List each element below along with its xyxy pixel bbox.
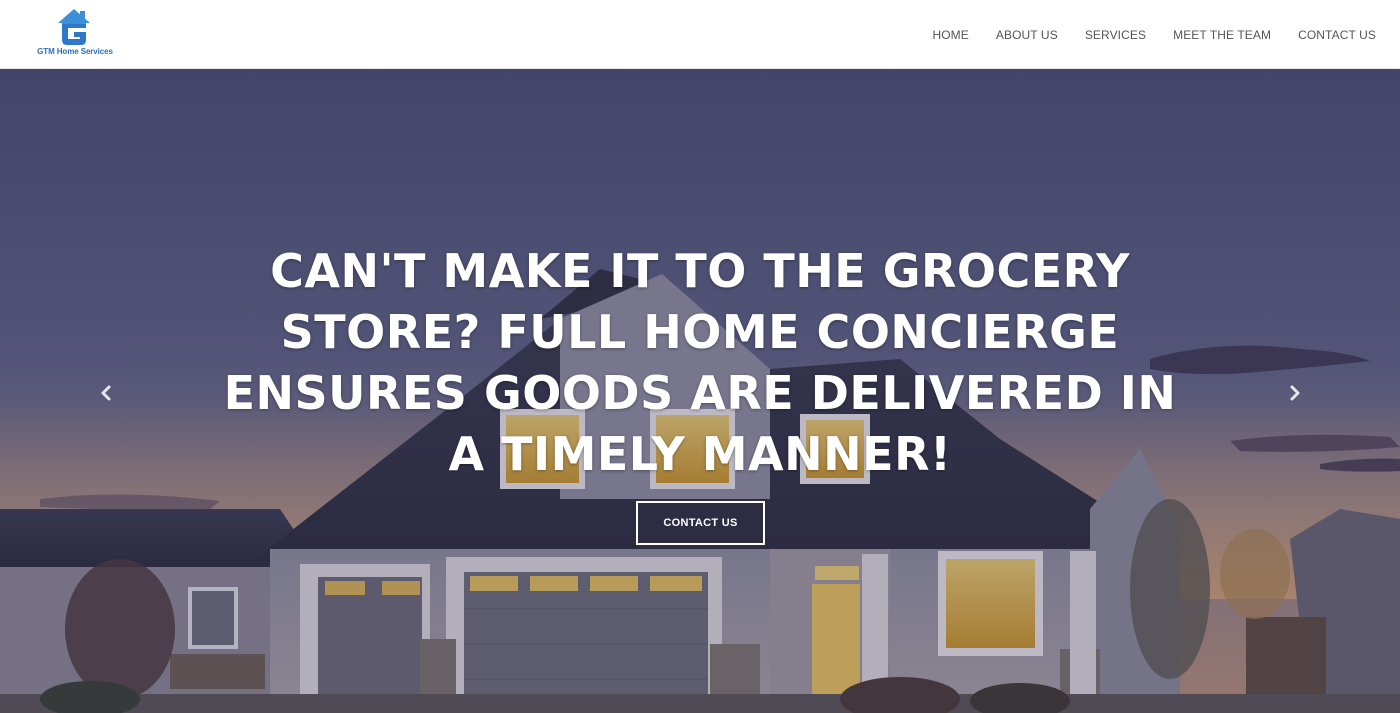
nav-item-services[interactable]: SERVICES: [1085, 28, 1146, 42]
chevron-left-icon[interactable]: [96, 381, 116, 405]
contact-us-button[interactable]: CONTACT US: [636, 501, 765, 545]
house-g-logo-icon: [58, 9, 90, 45]
nav-item-contact-us[interactable]: CONTACT US: [1298, 28, 1376, 42]
hero-headline: CAN'T MAKE IT TO THE GROCERY STORE? FULL…: [223, 244, 1177, 481]
brand-logo[interactable]: GTM Home Services: [34, 8, 116, 60]
nav-item-home[interactable]: HOME: [932, 28, 968, 42]
main-nav: HOME ABOUT US SERVICES MEET THE TEAM CON…: [905, 0, 1376, 69]
chevron-right-icon[interactable]: [1285, 381, 1305, 405]
site-header: GTM Home Services HOME ABOUT US SERVICES…: [0, 0, 1400, 69]
nav-item-about-us[interactable]: ABOUT US: [996, 28, 1058, 42]
hero-slider: CAN'T MAKE IT TO THE GROCERY STORE? FULL…: [0, 69, 1400, 713]
brand-name: GTM Home Services: [37, 47, 113, 56]
nav-item-meet-the-team[interactable]: MEET THE TEAM: [1173, 28, 1271, 42]
